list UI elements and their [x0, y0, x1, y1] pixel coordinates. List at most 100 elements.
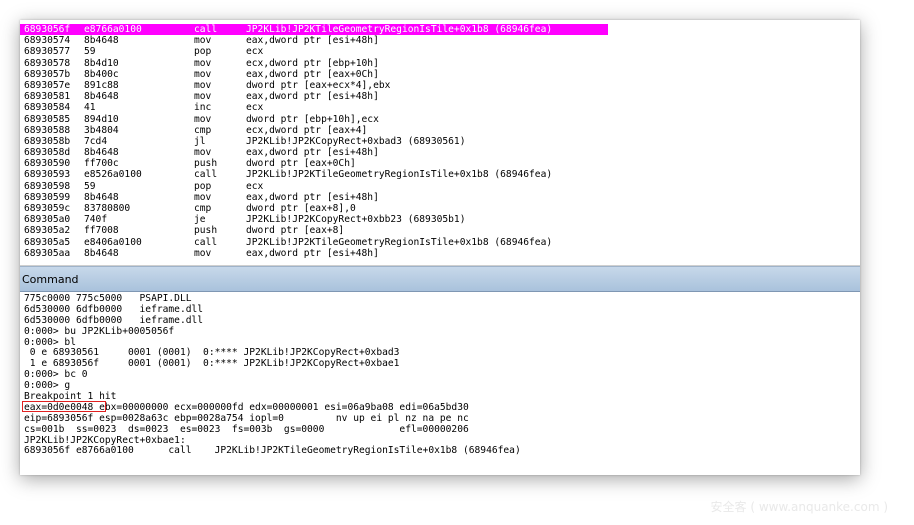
disassembly-row[interactable]: 68930590 ff700c push dword ptr [eax+0Ch] — [20, 158, 860, 169]
mnemonic: pop — [194, 180, 212, 192]
disassembly-row[interactable]: 68930588 3b4804 cmp ecx,dword ptr [eax+4] — [20, 125, 860, 136]
address: 68930599 — [24, 191, 71, 203]
disassembly-row[interactable]: 68930578 8b4d10 mov ecx,dword ptr [ebp+10h] — [20, 58, 860, 69]
opcode-bytes: 83780800 — [84, 203, 131, 214]
disassembly-row[interactable]: 689305a5 e8406a0100 call JP2KLib!JP2KTileGe… — [20, 237, 860, 248]
operands: ecx — [246, 180, 264, 192]
disassembly-row[interactable]: 689305a2 ff7008 push dword ptr [eax+8] — [20, 225, 860, 236]
address: 68930581 — [24, 91, 71, 103]
disassembly-row[interactable]: 689305aa 8b4648 mov eax,dword ptr [esi+48h] — [20, 248, 860, 259]
address: 68930585 — [24, 113, 71, 125]
address: 689305a0 — [24, 214, 71, 226]
operands: eax,dword ptr [esi+48h] — [246, 91, 379, 103]
operands: eax,dword ptr [esi+48h] — [246, 147, 379, 159]
opcode-bytes: 8b4648 — [84, 147, 119, 159]
operands: dword ptr [eax+0Ch] — [246, 158, 356, 170]
address: 6893059c — [24, 203, 71, 214]
opcode-bytes: e8526a0100 — [84, 169, 142, 181]
address: 68930590 — [24, 158, 71, 170]
operands: ecx — [246, 46, 264, 58]
operands: eax,dword ptr [esi+48h] — [246, 191, 379, 203]
mnemonic: inc — [194, 102, 212, 114]
mnemonic: mov — [194, 247, 212, 259]
mnemonic: je — [194, 214, 206, 226]
opcode-bytes: 891c88 — [84, 79, 119, 91]
disassembly-row[interactable]: 68930581 8b4648 mov eax,dword ptr [esi+48h] — [20, 91, 860, 102]
opcode-bytes: e8406a0100 — [84, 236, 142, 248]
address: 68930598 — [24, 180, 71, 192]
mnemonic: call — [194, 24, 218, 35]
opcode-bytes: 8b400c — [84, 68, 119, 80]
address: 6893057b — [24, 68, 71, 80]
disassembly-row[interactable]: 6893057b 8b400c mov eax,dword ptr [eax+0Ch] — [20, 69, 860, 80]
address: 68930588 — [24, 124, 71, 136]
mnemonic: mov — [194, 79, 212, 91]
opcode-bytes: ff700c — [84, 158, 119, 170]
address: 68930574 — [24, 35, 71, 47]
opcode-bytes: 3b4804 — [84, 124, 119, 136]
disassembly-row-current[interactable]: 6893056f e8766a0100 call JP2KLib!JP2KTileGe… — [20, 24, 608, 36]
operands: ecx — [246, 102, 264, 114]
mnemonic: call — [194, 169, 218, 181]
opcode-bytes: e8766a0100 — [84, 24, 142, 35]
command-line: 6893056f e8766a0100 call JP2KLib!JP2KTil… — [24, 445, 521, 457]
disassembly-row[interactable]: 68930574 8b4648 mov eax,dword ptr [esi+48h] — [20, 35, 860, 46]
mnemonic: pop — [194, 46, 212, 58]
address: 68930593 — [24, 169, 71, 181]
mnemonic: mov — [194, 191, 212, 203]
command-line: 0:000> bu JP2KLib+0005056f — [24, 325, 175, 337]
address: 689305a2 — [24, 225, 71, 237]
disassembly-rows: 6893056f e8766a0100 call JP2KLib!JP2KTileGe… — [20, 24, 860, 259]
operands: JP2KLib!JP2KTileGeometryRegionIsTile+0x1… — [246, 236, 553, 248]
disassembly-row[interactable]: 68930598 59 pop ecx — [20, 181, 860, 192]
address: 68930577 — [24, 46, 71, 58]
mnemonic: mov — [194, 91, 212, 103]
eax-highlight-box — [22, 401, 106, 412]
operands: eax,dword ptr [esi+48h] — [246, 35, 379, 47]
mnemonic: mov — [194, 113, 212, 125]
opcode-bytes: 59 — [84, 46, 96, 58]
opcode-bytes: 8b4648 — [84, 91, 119, 103]
operands: JP2KLib!JP2KTileGeometryRegionIsTile+0x1… — [246, 169, 553, 181]
opcode-bytes: 8b4648 — [84, 191, 119, 203]
mnemonic: mov — [194, 35, 212, 47]
opcode-bytes: 41 — [84, 102, 96, 114]
disassembly-row[interactable]: 68930599 8b4648 mov eax,dword ptr [esi+48h] — [20, 192, 860, 203]
operands: eax,dword ptr [eax+0Ch] — [246, 68, 379, 80]
address: 689305aa — [24, 247, 71, 259]
operands: ecx,dword ptr [ebp+10h] — [246, 57, 379, 69]
mnemonic: push — [194, 225, 218, 237]
opcode-bytes: 59 — [84, 180, 96, 192]
address: 68930584 — [24, 102, 71, 114]
opcode-bytes: 8b4d10 — [84, 57, 119, 69]
opcode-bytes: 8b4648 — [84, 35, 119, 47]
operands: JP2KLib!JP2KCopyRect+0xbad3 (68930561) — [246, 135, 466, 147]
disassembly-row[interactable]: 6893058d 8b4648 mov eax,dword ptr [esi+48h] — [20, 147, 860, 158]
command-line: 1 e 6893056f 0001 (0001) 0:**** JP2KLib!… — [24, 358, 400, 370]
mnemonic: push — [194, 158, 218, 170]
command-window-titlebar[interactable]: Command — [20, 266, 860, 292]
disassembly-row[interactable]: 68930584 41 inc ecx — [20, 102, 860, 113]
address: 6893056f — [24, 24, 71, 35]
operands: JP2KLib!JP2KCopyRect+0xbb23 (689305b1) — [246, 214, 466, 226]
address: 689305a5 — [24, 236, 71, 248]
operands: dword ptr [eax+8],0 — [246, 203, 356, 214]
opcode-bytes: 7cd4 — [84, 135, 108, 147]
opcode-bytes: 8b4648 — [84, 247, 119, 259]
mnemonic: cmp — [194, 124, 212, 136]
operands: eax,dword ptr [esi+48h] — [246, 247, 379, 259]
disassembly-row[interactable]: 68930593 e8526a0100 call JP2KLib!JP2KTileGe… — [20, 169, 860, 180]
address: 68930578 — [24, 57, 71, 69]
disassembly-row[interactable]: 6893058b 7cd4 jl JP2KLib!JP2KCopyRect+0xbad… — [20, 136, 860, 147]
disassembly-row[interactable]: 68930585 894d10 mov dword ptr [ebp+10h],ecx — [20, 114, 860, 125]
command-window-title: Command — [22, 273, 79, 286]
disassembly-row[interactable]: 689305a0 740f je JP2KLib!JP2KCopyRect+0xbb2… — [20, 214, 860, 225]
command-output[interactable]: 775c0000 775c5000 PSAPI.DLL 6d530000 6dfb… — [20, 292, 860, 475]
mnemonic: mov — [194, 57, 212, 69]
operands: dword ptr [ebp+10h],ecx — [246, 113, 379, 125]
opcode-bytes: 740f — [84, 214, 108, 226]
disassembly-row[interactable]: 68930577 59 pop ecx — [20, 46, 860, 57]
disassembly-row[interactable]: 6893059c 83780800 cmp dword ptr [eax+8],0 — [20, 203, 860, 214]
disassembly-view[interactable]: 6893056f e8766a0100 call JP2KLib!JP2KTileGe… — [20, 20, 860, 266]
disassembly-row[interactable]: 6893057e 891c88 mov dword ptr [eax+ecx*4],e… — [20, 80, 860, 91]
